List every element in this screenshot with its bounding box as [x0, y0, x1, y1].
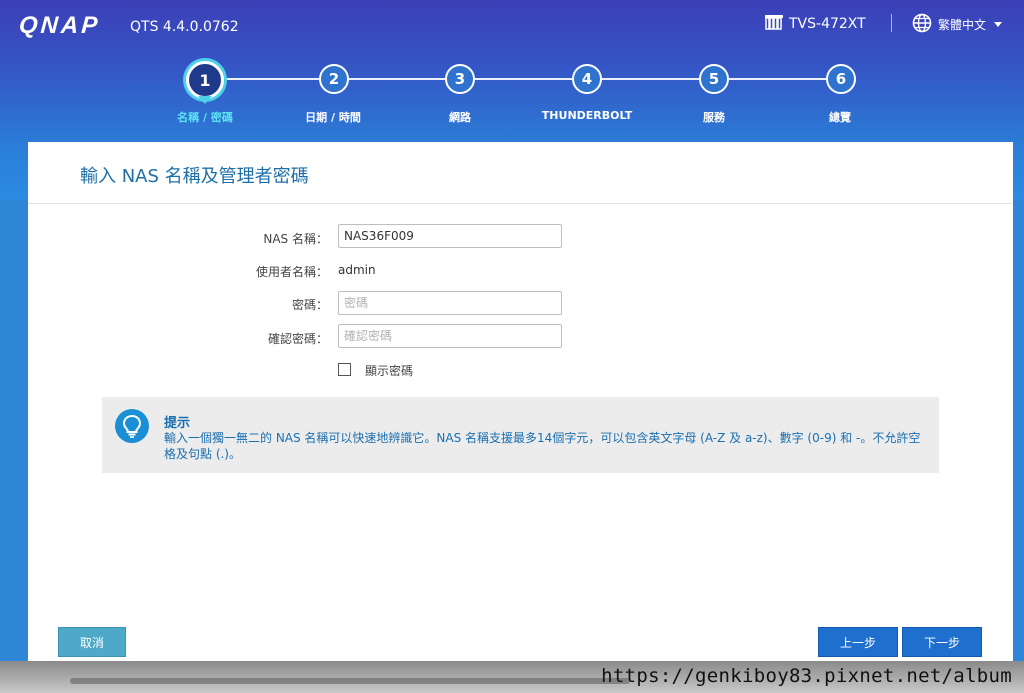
previous-button[interactable]: 上一步 [818, 627, 898, 657]
qts-version: QTS 4.4.0.0762 [130, 19, 239, 35]
page-title: 輸入 NAS 名稱及管理者密碼 [80, 166, 309, 187]
globe-icon [912, 13, 932, 36]
show-password-label[interactable]: 顯示密碼 [365, 362, 413, 379]
confirm-password-label: 確認密碼： [267, 332, 328, 346]
step-1-label: 名稱 / 密碼 [177, 111, 233, 124]
show-password-checkbox[interactable] [338, 363, 351, 376]
username-value: admin [338, 263, 376, 277]
nas-name-input[interactable] [338, 224, 562, 248]
wizard-panel: 輸入 NAS 名稱及管理者密碼 NAS 名稱： 使用者名稱： admin 密碼：… [28, 142, 1013, 661]
password-input[interactable] [338, 291, 562, 315]
chevron-down-icon [992, 18, 1004, 32]
next-button[interactable]: 下一步 [902, 627, 982, 657]
tip-text: 輸入一個獨一無二的 NAS 名稱可以快速地辨識它。NAS 名稱支援最多14個字元… [164, 431, 921, 461]
step-5-circle: 5 [699, 64, 729, 94]
confirm-password-input[interactable] [338, 324, 562, 348]
step-1-circle: 1 [186, 61, 224, 99]
step-4-label: THUNDERBOLT [541, 109, 633, 122]
step-6-label: 總覽 [829, 111, 851, 124]
step-6-circle: 6 [826, 64, 856, 94]
step-3-label: 網路 [449, 111, 471, 124]
step-2-label: 日期 / 時間 [305, 111, 361, 124]
title-divider [28, 203, 1013, 204]
username-label: 使用者名稱： [255, 265, 328, 279]
cancel-button[interactable]: 取消 [58, 627, 126, 657]
qnap-logo: QNAP [18, 12, 102, 39]
language-label: 繁體中文 [938, 18, 987, 32]
nas-name-label: NAS 名稱： [263, 232, 328, 246]
step-connector [602, 78, 699, 80]
step-connector [475, 78, 572, 80]
step-4-circle: 4 [572, 64, 602, 94]
nas-model: TVS-472XT [764, 13, 866, 35]
language-selector[interactable]: 繁體中文 [912, 13, 1004, 36]
step-3-circle: 3 [445, 64, 475, 94]
header-divider [891, 14, 892, 32]
step-connector [349, 78, 445, 80]
step-connector [729, 78, 826, 80]
model-text: TVS-472XT [789, 16, 866, 32]
tip-title: 提示 [164, 416, 191, 431]
lightbulb-icon [115, 409, 149, 443]
step-connector [224, 78, 319, 80]
step-5-label: 服務 [703, 111, 725, 124]
step-2-circle: 2 [319, 64, 349, 94]
tip-box: 提示 輸入一個獨一無二的 NAS 名稱可以快速地辨識它。NAS 名稱支援最多14… [102, 397, 939, 473]
server-icon [764, 13, 784, 35]
password-label: 密碼： [291, 298, 328, 312]
watermark-url: https://genkiboy83.pixnet.net/album [601, 665, 1012, 687]
active-step-pointer [198, 96, 212, 104]
footer-shadow [70, 678, 630, 684]
